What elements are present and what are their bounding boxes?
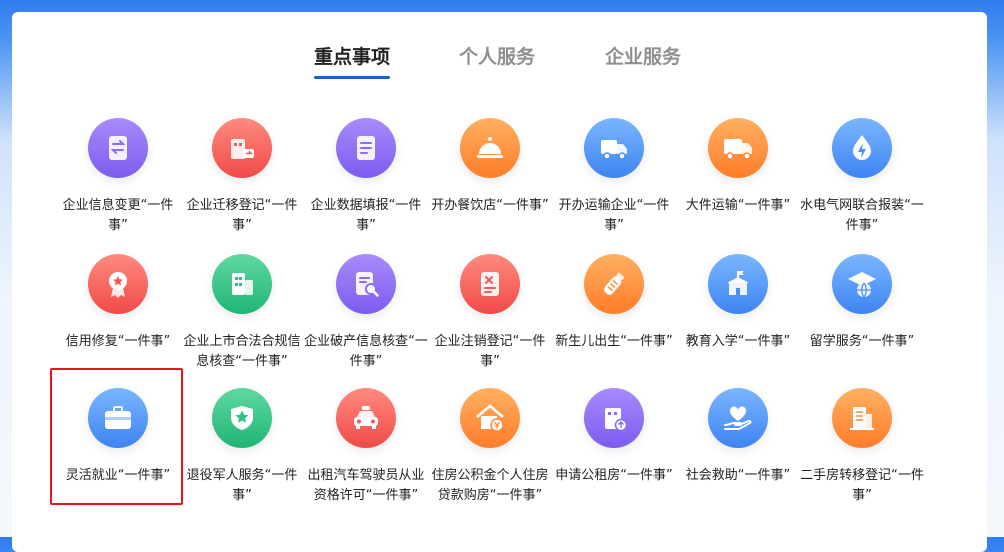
service-label: 大件运输“一件事” — [685, 198, 791, 213]
tab-label: 重点事项 — [314, 46, 391, 68]
service-item-social-assistance[interactable]: 社会救助“一件事” — [676, 388, 800, 486]
service-item-public-rental-housing[interactable]: 申请公租房“一件事” — [552, 388, 676, 486]
building-move-icon — [212, 118, 272, 178]
active-tab-underline — [314, 76, 391, 79]
tab-personal-services[interactable]: 个人服务 — [459, 42, 535, 69]
water-drop-bolt-icon — [832, 118, 892, 178]
tab-key-matters[interactable]: 重点事项 — [314, 42, 391, 79]
service-item-listing-compliance-check[interactable]: 企业上市合法合规信息核查“一件事” — [180, 254, 304, 372]
service-item-enterprise-info-change[interactable]: 企业信息变更“一件事” — [56, 118, 180, 236]
service-item-enterprise-migration[interactable]: 企业迁移登记“一件事” — [180, 118, 304, 236]
service-item-open-transport-enterprise[interactable]: 开办运输企业“一件事” — [552, 118, 676, 236]
service-label: 留学服务“一件事” — [809, 334, 915, 349]
public-housing-icon — [584, 388, 644, 448]
tab-label: 企业服务 — [605, 46, 682, 68]
form-report-icon — [336, 118, 396, 178]
service-label: 申请公租房“一件事” — [555, 468, 673, 483]
food-cloche-icon — [460, 118, 520, 178]
service-label: 社会救助“一件事” — [685, 468, 791, 483]
service-item-large-transport[interactable]: 大件运输“一件事” — [676, 118, 800, 216]
service-item-open-restaurant[interactable]: 开办餐饮店“一件事” — [428, 118, 552, 216]
service-label: 信用修复“一件事” — [65, 334, 171, 349]
service-label: 出租汽车驾驶员从业资格许可“一件事” — [307, 468, 425, 503]
service-label: 企业上市合法合规信息核查“一件事” — [183, 334, 301, 369]
service-item-enterprise-data-report[interactable]: 企业数据填报“一件事” — [304, 118, 428, 236]
service-label: 水电气网联合报装“一件事” — [800, 198, 924, 233]
service-label: 住房公积金个人住房贷款购房“一件事” — [431, 468, 549, 503]
document-swap-icon — [88, 118, 148, 178]
service-item-newborn[interactable]: 新生儿出生“一件事” — [552, 254, 676, 352]
service-label: 退役军人服务“一件事” — [186, 468, 298, 503]
service-item-second-hand-house-transfer[interactable]: 二手房转移登记“一件事” — [800, 388, 924, 506]
baby-bottle-icon — [584, 254, 644, 314]
service-label: 新生儿出生“一件事” — [555, 334, 673, 349]
office-building-icon — [212, 254, 272, 314]
service-label: 开办运输企业“一件事” — [558, 198, 670, 233]
big-truck-icon — [708, 118, 768, 178]
service-label: 企业破产信息核查“一件事” — [304, 334, 428, 369]
school-icon — [708, 254, 768, 314]
service-item-deregistration[interactable]: 企业注销登记“一件事” — [428, 254, 552, 372]
service-item-housing-fund-loan[interactable]: 住房公积金个人住房贷款购房“一件事” — [428, 388, 552, 506]
tab-bar: 重点事项 个人服务 企业服务 — [12, 42, 987, 92]
military-star-badge-icon — [212, 388, 272, 448]
award-badge-icon — [88, 254, 148, 314]
service-label: 企业信息变更“一件事” — [62, 198, 174, 233]
house-yuan-icon — [460, 388, 520, 448]
service-label: 企业注销登记“一件事” — [434, 334, 546, 369]
service-item-credit-repair[interactable]: 信用修复“一件事” — [56, 254, 180, 352]
apartment-building-icon — [832, 388, 892, 448]
service-item-taxi-driver-license[interactable]: 出租汽车驾驶员从业资格许可“一件事” — [304, 388, 428, 506]
service-label: 企业数据填报“一件事” — [310, 198, 422, 233]
service-label: 开办餐饮店“一件事” — [431, 198, 549, 213]
graduation-cap-globe-icon — [832, 254, 892, 314]
service-label: 教育入学“一件事” — [685, 334, 791, 349]
service-item-school-enrollment[interactable]: 教育入学“一件事” — [676, 254, 800, 352]
tab-enterprise-services[interactable]: 企业服务 — [605, 42, 681, 69]
service-item-veteran-services[interactable]: 退役军人服务“一件事” — [180, 388, 304, 506]
service-label: 二手房转移登记“一件事” — [800, 468, 924, 503]
cancel-document-icon — [460, 254, 520, 314]
taxi-icon — [336, 388, 396, 448]
truck-icon — [584, 118, 644, 178]
service-label: 企业迁移登记“一件事” — [186, 198, 298, 233]
service-item-bankruptcy-check[interactable]: 企业破产信息核查“一件事” — [304, 254, 428, 372]
tab-label: 个人服务 — [459, 46, 536, 68]
heart-hand-icon — [708, 388, 768, 448]
selection-highlight-box — [50, 368, 183, 505]
services-card: 重点事项 个人服务 企业服务 企业信息变更“一件事” 企业迁移登记“一件事” 企… — [12, 12, 987, 552]
document-search-icon — [336, 254, 396, 314]
service-item-study-abroad[interactable]: 留学服务“一件事” — [800, 254, 924, 352]
service-item-utility-installation[interactable]: 水电气网联合报装“一件事” — [800, 118, 924, 236]
